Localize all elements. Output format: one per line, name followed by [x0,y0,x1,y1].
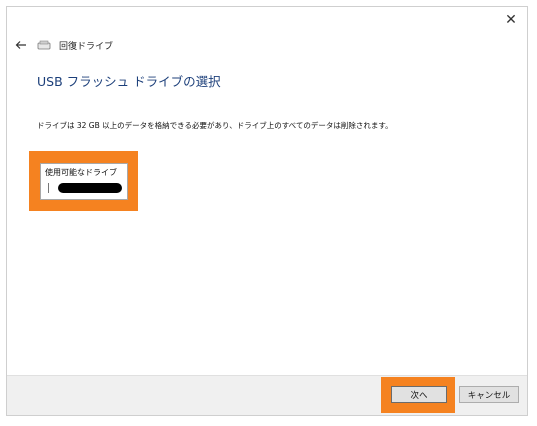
cancel-button[interactable]: キャンセル [459,386,519,403]
redacted-drive-name [58,183,122,193]
button-bar: 次へ キャンセル [7,375,527,415]
close-button[interactable]: ✕ [501,11,521,29]
page-title: USB フラッシュ ドライブの選択 [37,74,221,89]
wizard-title: 回復ドライブ [59,41,114,52]
close-icon: ✕ [505,12,517,28]
description-text: ドライブは 32 GB 以上のデータを格納できる必要があり、ドライブ上のすべての… [37,121,393,130]
drive-list-item[interactable] [44,183,124,194]
nav-header: 回復ドライブ [13,35,113,55]
list-item-focus-mark [48,183,49,193]
next-button[interactable]: 次へ [391,386,447,403]
recovery-drive-window: ✕ 回復ドライブ USB フラッシュ ドライブの選択 ドライブは 32 GB 以… [6,6,528,416]
back-button[interactable] [13,37,29,53]
drive-icon [37,40,51,50]
available-drives-list[interactable]: 使用可能なドライブ [40,163,128,200]
back-arrow-icon [15,41,26,49]
available-drives-label: 使用可能なドライブ [45,168,117,177]
